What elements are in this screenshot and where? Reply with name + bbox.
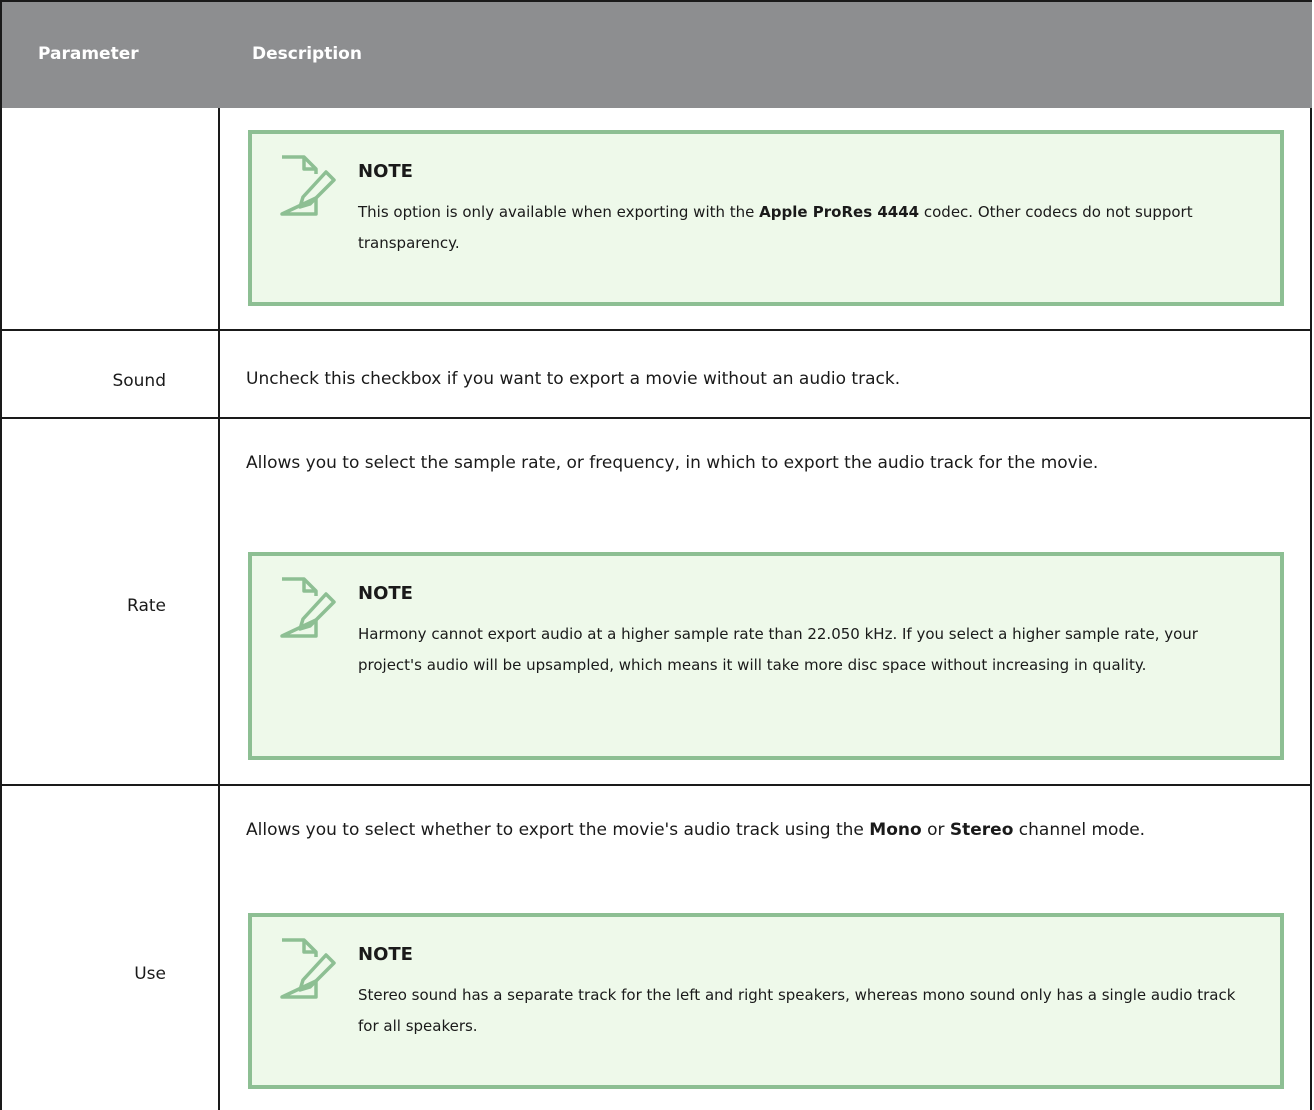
note-text: Stereo sound has a separate track for th… [358,986,1236,1035]
note-title: NOTE [358,583,413,604]
note-title: NOTE [358,944,413,965]
note-pencil-icon [280,577,336,638]
column-divider [218,108,220,1110]
note-pencil-icon [280,155,336,216]
note-text: Harmony cannot export audio at a higher … [358,625,1198,674]
desc-use: Allows you to select whether to export t… [246,820,1146,840]
note-box-use: NOTE Stereo sound has a separate track f… [248,913,1284,1089]
param-sound: Sound [112,371,166,391]
table-header: Parameter Description [2,0,1312,108]
note-title: NOTE [358,161,413,182]
row-divider [2,417,1312,419]
param-rate: Rate [127,596,166,616]
note-text: This option is only available when expor… [358,203,1193,252]
row-divider [2,329,1312,331]
parameter-table: Parameter Description NOTE This option i… [0,0,1312,1110]
desc-rate: Allows you to select the sample rate, or… [246,453,1099,473]
note-box-rate: NOTE Harmony cannot export audio at a hi… [248,552,1284,760]
param-use: Use [134,964,166,984]
note-box-transparency: NOTE This option is only available when … [248,130,1284,306]
note-pencil-icon [280,938,336,999]
row-divider [2,784,1312,786]
header-description: Description [252,44,362,64]
desc-sound: Uncheck this checkbox if you want to exp… [246,369,901,389]
header-parameter: Parameter [38,44,139,64]
